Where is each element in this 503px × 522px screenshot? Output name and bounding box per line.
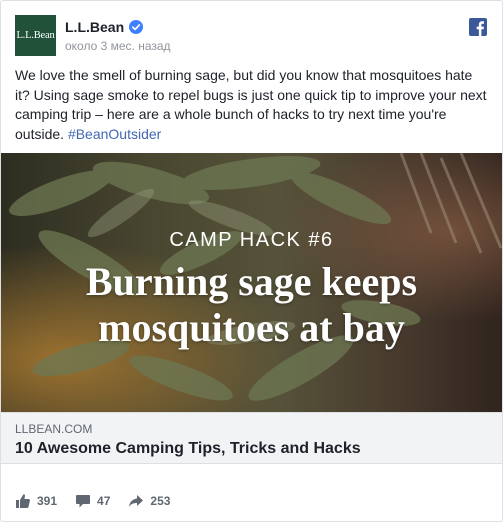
comment-icon bbox=[76, 495, 91, 508]
comments-count: 47 bbox=[97, 494, 111, 508]
shares-stat[interactable]: 253 bbox=[128, 493, 170, 509]
comments-stat[interactable]: 47 bbox=[75, 493, 110, 509]
link-domain: LLBEAN.COM bbox=[15, 422, 93, 436]
hero-image[interactable]: CAMP HACK #6 Burning sage keeps mosquito… bbox=[1, 153, 502, 412]
post-meta: L.L.Bean около 3 мес. назад bbox=[65, 18, 171, 53]
post-text: We love the smell of burning sage, but d… bbox=[15, 66, 490, 144]
facebook-icon[interactable] bbox=[469, 18, 487, 36]
hero-title-line-1: Burning sage keeps bbox=[85, 259, 418, 304]
hero-kicker: CAMP HACK #6 bbox=[169, 229, 334, 251]
link-title[interactable]: 10 Awesome Camping Tips, Tricks and Hack… bbox=[15, 440, 361, 458]
share-arrow-icon bbox=[129, 495, 144, 507]
post-card: L.L.Bean L.L.Bean около 3 мес. назад We … bbox=[0, 0, 503, 522]
page-name-link[interactable]: L.L.Bean bbox=[65, 19, 124, 35]
hashtag-link[interactable]: #BeanOutsider bbox=[68, 126, 161, 142]
likes-count: 391 bbox=[37, 494, 58, 508]
name-row: L.L.Bean bbox=[65, 18, 171, 36]
post-header: L.L.Bean L.L.Bean около 3 мес. назад bbox=[15, 14, 171, 56]
hero-title: Burning sage keeps mosquitoes at bay bbox=[1, 259, 502, 351]
link-preview[interactable]: LLBEAN.COM 10 Awesome Camping Tips, Tric… bbox=[1, 412, 502, 464]
thumbs-up-icon bbox=[16, 494, 30, 508]
verified-badge-icon bbox=[129, 19, 144, 34]
page-avatar-logo[interactable]: L.L.Bean bbox=[15, 14, 56, 56]
likes-stat[interactable]: 391 bbox=[15, 493, 57, 509]
post-timestamp[interactable]: около 3 мес. назад bbox=[65, 39, 171, 53]
hero-title-line-2: mosquitoes at bay bbox=[98, 305, 405, 350]
shares-count: 253 bbox=[150, 494, 171, 508]
engagement-bar: 391 47 253 bbox=[15, 488, 188, 514]
logo-text: L.L.Bean bbox=[16, 29, 55, 41]
